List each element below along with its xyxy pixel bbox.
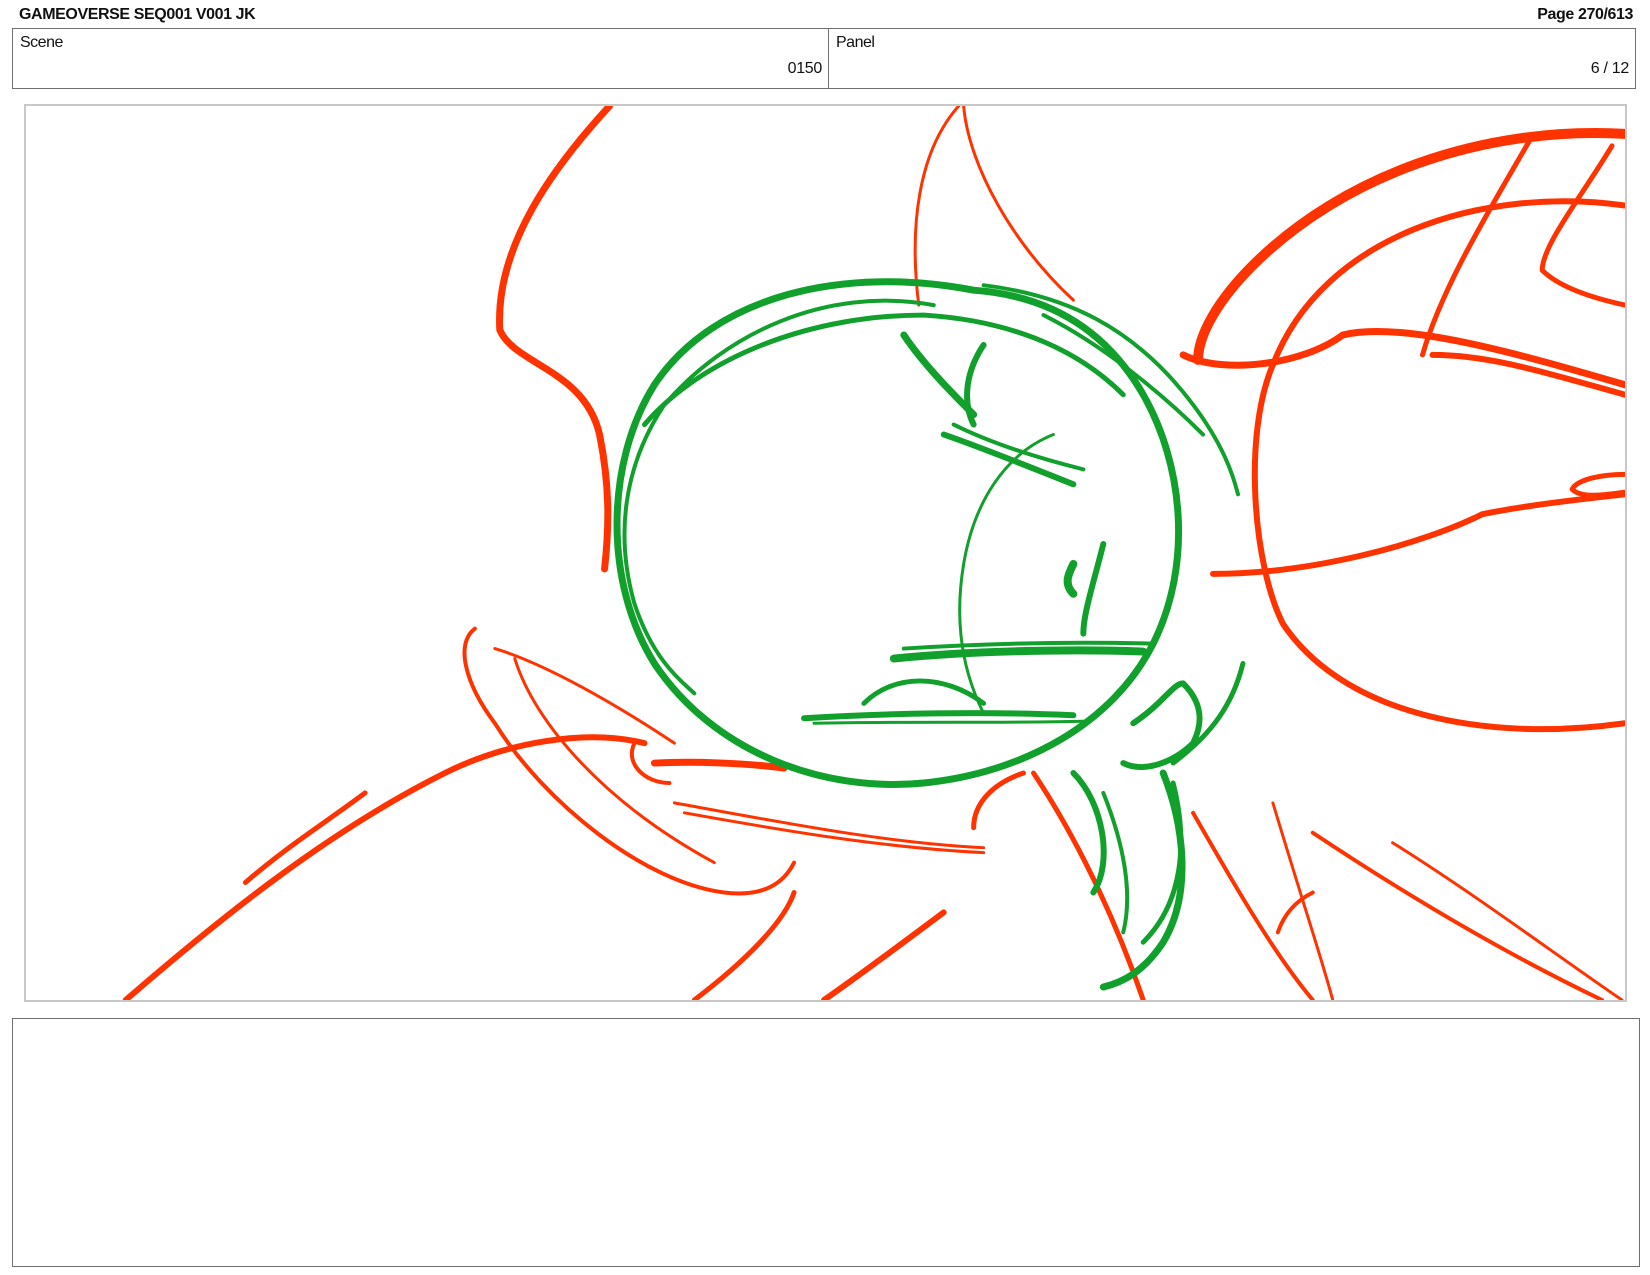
green-stroke-face-arc [958,433,1055,715]
green-stroke-head-outer [613,278,1182,788]
sketch-drawing [122,106,1625,1000]
panel-label: Panel [836,34,875,51]
green-stroke-eye-1 [940,431,1077,488]
green-stroke-hair-2 [1041,313,1206,437]
red-stroke-lower-diag-2 [682,811,986,855]
green-stroke-cheek [1080,541,1107,637]
green-stroke-mouth [889,646,1148,663]
red-stroke-left-arm-inner [242,790,368,886]
green-stroke-brow-1 [900,331,978,419]
notes-box [12,1018,1640,1267]
scene-cell: Scene 0150 [13,29,829,88]
red-stroke-left-shoulder-2 [493,647,676,745]
red-stroke-lower-leg-1 [691,889,797,1000]
scene-number: 0150 [787,60,823,77]
red-rough-layer [122,106,1625,1000]
red-stroke-right-leg-3 [1310,830,1605,1000]
green-stroke-chin-2 [812,719,1085,725]
red-stroke-lower-diag-1 [672,801,986,850]
scene-label: Scene [20,34,63,51]
red-stroke-right-lower [1210,491,1625,577]
green-stroke-neck [1070,770,1107,896]
info-box: Scene 0150 Panel 6 / 12 [12,28,1636,89]
green-rough-layer [613,278,1246,991]
red-stroke-right-leg-5 [1271,801,1335,1000]
red-stroke-right-circle-outer [1193,128,1625,365]
green-stroke-chin [801,710,1077,722]
green-stroke-nose [1063,559,1078,598]
red-stroke-right-circle-inner [1251,198,1625,733]
red-stroke-chest-line [650,758,788,772]
green-stroke-hand-1 [1120,680,1203,770]
red-stroke-top-loop [913,106,961,307]
red-stroke-lower-leg-2 [821,909,947,1000]
green-stroke-head-top [641,312,1126,428]
red-stroke-center-hook [971,770,1026,831]
panel-number: 6 / 12 [1590,60,1630,77]
storyboard-frame [24,104,1627,1002]
red-stroke-top-curve [962,106,1075,302]
green-stroke-collar-1 [1099,769,1186,991]
red-stroke-left-arm-outer [122,734,648,1000]
red-stroke-right-arm-4 [1539,143,1625,308]
green-stroke-jaw [861,678,987,706]
red-stroke-right-arm-3 [1420,133,1535,358]
red-stroke-right-leg-4 [1391,841,1624,1000]
page-counter: Page 270/613 [1537,6,1633,23]
panel-cell: Panel 6 / 12 [829,29,1635,88]
document-title: GAMEOVERSE SEQ001 V001 JK [19,6,256,23]
red-stroke-left-hair [496,106,614,573]
red-stroke-right-hand [1569,471,1625,498]
